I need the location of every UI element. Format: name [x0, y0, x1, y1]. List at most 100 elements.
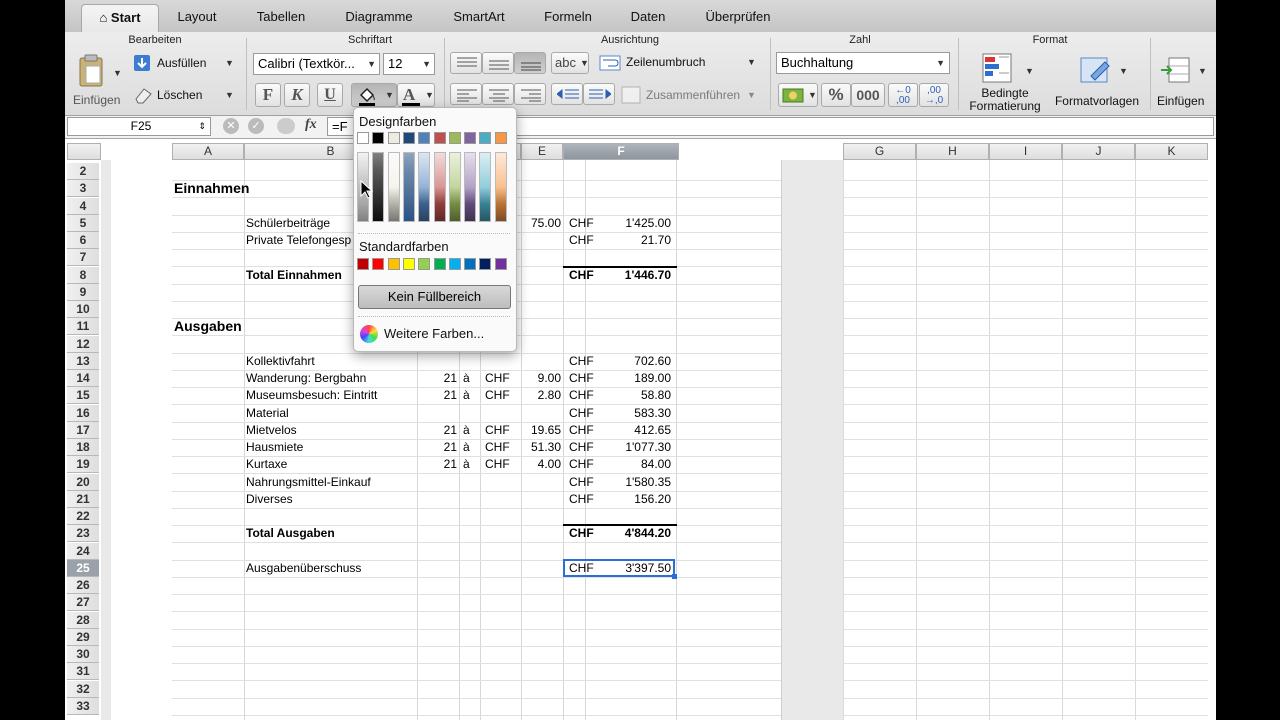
design-color-swatch[interactable] [402, 132, 415, 144]
cell-f2-18[interactable]: 1'077.30 [601, 439, 671, 456]
select-all-corner[interactable] [67, 143, 101, 160]
no-fill-button[interactable]: Kein Füllbereich [358, 285, 511, 309]
standard-color-swatch[interactable] [479, 258, 492, 270]
row-header-16[interactable]: 16 [67, 404, 99, 422]
cell-b-16[interactable]: Material [246, 405, 416, 422]
standard-color-swatch[interactable] [494, 258, 507, 270]
cell-d1-15[interactable]: à [463, 387, 481, 404]
increase-indent-button[interactable] [583, 83, 615, 105]
fill-handle[interactable] [672, 573, 677, 579]
design-color-shade-column[interactable] [494, 152, 507, 222]
row-header-26[interactable]: 26 [67, 577, 99, 594]
cell-b-15[interactable]: Museumsbesuch: Eintritt [246, 387, 416, 404]
cell-d2-14[interactable]: CHF [485, 370, 519, 387]
decrease-indent-button[interactable] [551, 83, 583, 105]
cell-e-5[interactable]: 75.00 [521, 215, 561, 232]
cell-f2-6[interactable]: 21.70 [601, 232, 671, 249]
cell-c-15[interactable]: 21 [417, 387, 457, 404]
more-colors-item[interactable]: Weitere Farben... [358, 323, 510, 345]
cell-f2-8[interactable]: 1'446.70 [601, 267, 671, 284]
clear-button[interactable]: Löschen ▼ [131, 85, 237, 107]
active-cell-selection[interactable] [563, 558, 675, 577]
cell-d2-15[interactable]: CHF [485, 387, 519, 404]
design-color-swatch[interactable] [372, 132, 385, 144]
row-header-28[interactable]: 28 [67, 611, 99, 629]
row-header-27[interactable]: 27 [67, 594, 99, 612]
tab-ueberpruefen[interactable]: Überprüfen [691, 4, 785, 32]
align-center-button[interactable] [482, 83, 514, 105]
cell-grid[interactable]: Einnahmen Schülerbeiträge 75.00 CHF 1'425.00… [111, 160, 1216, 720]
merge-button[interactable]: Zusammenführen ▼ [621, 85, 761, 107]
align-right-button[interactable] [514, 83, 546, 105]
row-header-32[interactable]: 32 [67, 680, 99, 698]
design-color-shade-column[interactable] [479, 152, 492, 222]
row-header-2[interactable]: 2 [67, 163, 99, 180]
row-header-10[interactable]: 10 [67, 301, 99, 318]
standard-color-swatch[interactable] [418, 258, 431, 270]
cell-f2-21[interactable]: 156.20 [601, 491, 671, 508]
fill-color-button[interactable]: ▼ [351, 83, 397, 107]
design-color-swatch[interactable] [387, 132, 400, 144]
decrease-decimal-button[interactable]: ,00 →,0 [919, 83, 949, 107]
percent-button[interactable]: % [821, 83, 851, 107]
underline-button[interactable]: U [317, 83, 343, 107]
cell-d2-18[interactable]: CHF [485, 439, 519, 456]
font-name-select[interactable]: Calibri (Textkör... ▼ [253, 53, 380, 75]
cell-f2-15[interactable]: 58.80 [601, 387, 671, 404]
standard-color-swatch[interactable] [387, 258, 400, 270]
row-header-9[interactable]: 9 [67, 283, 99, 301]
row-header-6[interactable]: 6 [67, 232, 99, 249]
cell-c-17[interactable]: 21 [417, 422, 457, 439]
row-header-21[interactable]: 21 [67, 490, 99, 508]
column-header-i[interactable]: I [989, 143, 1062, 160]
cell-b-18[interactable]: Hausmiete [246, 439, 416, 456]
align-bottom-button[interactable] [514, 52, 546, 74]
column-header-h[interactable]: H [916, 143, 989, 160]
align-top-button[interactable] [450, 52, 482, 74]
tab-daten[interactable]: Daten [617, 4, 679, 32]
confirm-icon[interactable]: ✓ [248, 118, 264, 134]
fill-button[interactable]: Ausfüllen ▼ [131, 53, 237, 75]
italic-button[interactable]: K [284, 83, 310, 107]
cell-c-18[interactable]: 21 [417, 439, 457, 456]
design-color-swatch[interactable] [418, 132, 431, 144]
increase-decimal-button[interactable]: ←0,00 [888, 83, 918, 107]
column-header-g[interactable]: G [843, 143, 916, 160]
cell-c-19[interactable]: 21 [417, 456, 457, 473]
cell-e-19[interactable]: 4.00 [521, 456, 561, 473]
cell-b-14[interactable]: Wanderung: Bergbahn [246, 370, 416, 387]
wrap-text-button[interactable]: Zeilenumbruch ▼ [599, 52, 759, 74]
cell-d2-19[interactable]: CHF [485, 456, 519, 473]
column-header-e[interactable]: E [521, 143, 563, 160]
row-header-22[interactable]: 22 [67, 508, 99, 525]
align-middle-button[interactable] [482, 52, 514, 74]
row-header-4[interactable]: 4 [67, 197, 99, 215]
row-header-7[interactable]: 7 [67, 249, 99, 267]
design-color-shade-column[interactable] [402, 152, 415, 222]
cell-b-19[interactable]: Kurtaxe [246, 456, 416, 473]
column-header-f[interactable]: F [563, 143, 679, 160]
font-color-button[interactable]: A ▼ [397, 83, 435, 107]
cell-d2-17[interactable]: CHF [485, 422, 519, 439]
design-color-swatch[interactable] [494, 132, 507, 144]
cell-a-3[interactable]: Einnahmen [174, 180, 334, 197]
cell-a-11[interactable]: Ausgaben [174, 318, 334, 335]
cell-c-14[interactable]: 21 [417, 370, 457, 387]
design-color-shade-column[interactable] [418, 152, 431, 222]
cell-e-17[interactable]: 19.65 [521, 422, 561, 439]
font-size-select[interactable]: 12 ▼ [383, 53, 435, 75]
conditional-formatting-button[interactable]: ▼ Bedingte Formatierung [963, 50, 1047, 113]
standard-color-swatch[interactable] [433, 258, 446, 270]
cell-b-17[interactable]: Mietvelos [246, 422, 416, 439]
cell-e-18[interactable]: 51.30 [521, 439, 561, 456]
cell-f2-23[interactable]: 4'844.20 [601, 525, 671, 542]
cell-d1-14[interactable]: à [463, 370, 481, 387]
design-color-shade-column[interactable] [372, 152, 385, 222]
design-color-swatch[interactable] [464, 132, 477, 144]
design-color-swatch[interactable] [433, 132, 446, 144]
cell-f2-5[interactable]: 1'425.00 [601, 215, 671, 232]
standard-color-swatch[interactable] [372, 258, 385, 270]
row-header-8[interactable]: 8 [67, 266, 99, 284]
row-header-19[interactable]: 19 [67, 456, 99, 474]
thousands-separator-button[interactable]: 000 [851, 83, 885, 107]
